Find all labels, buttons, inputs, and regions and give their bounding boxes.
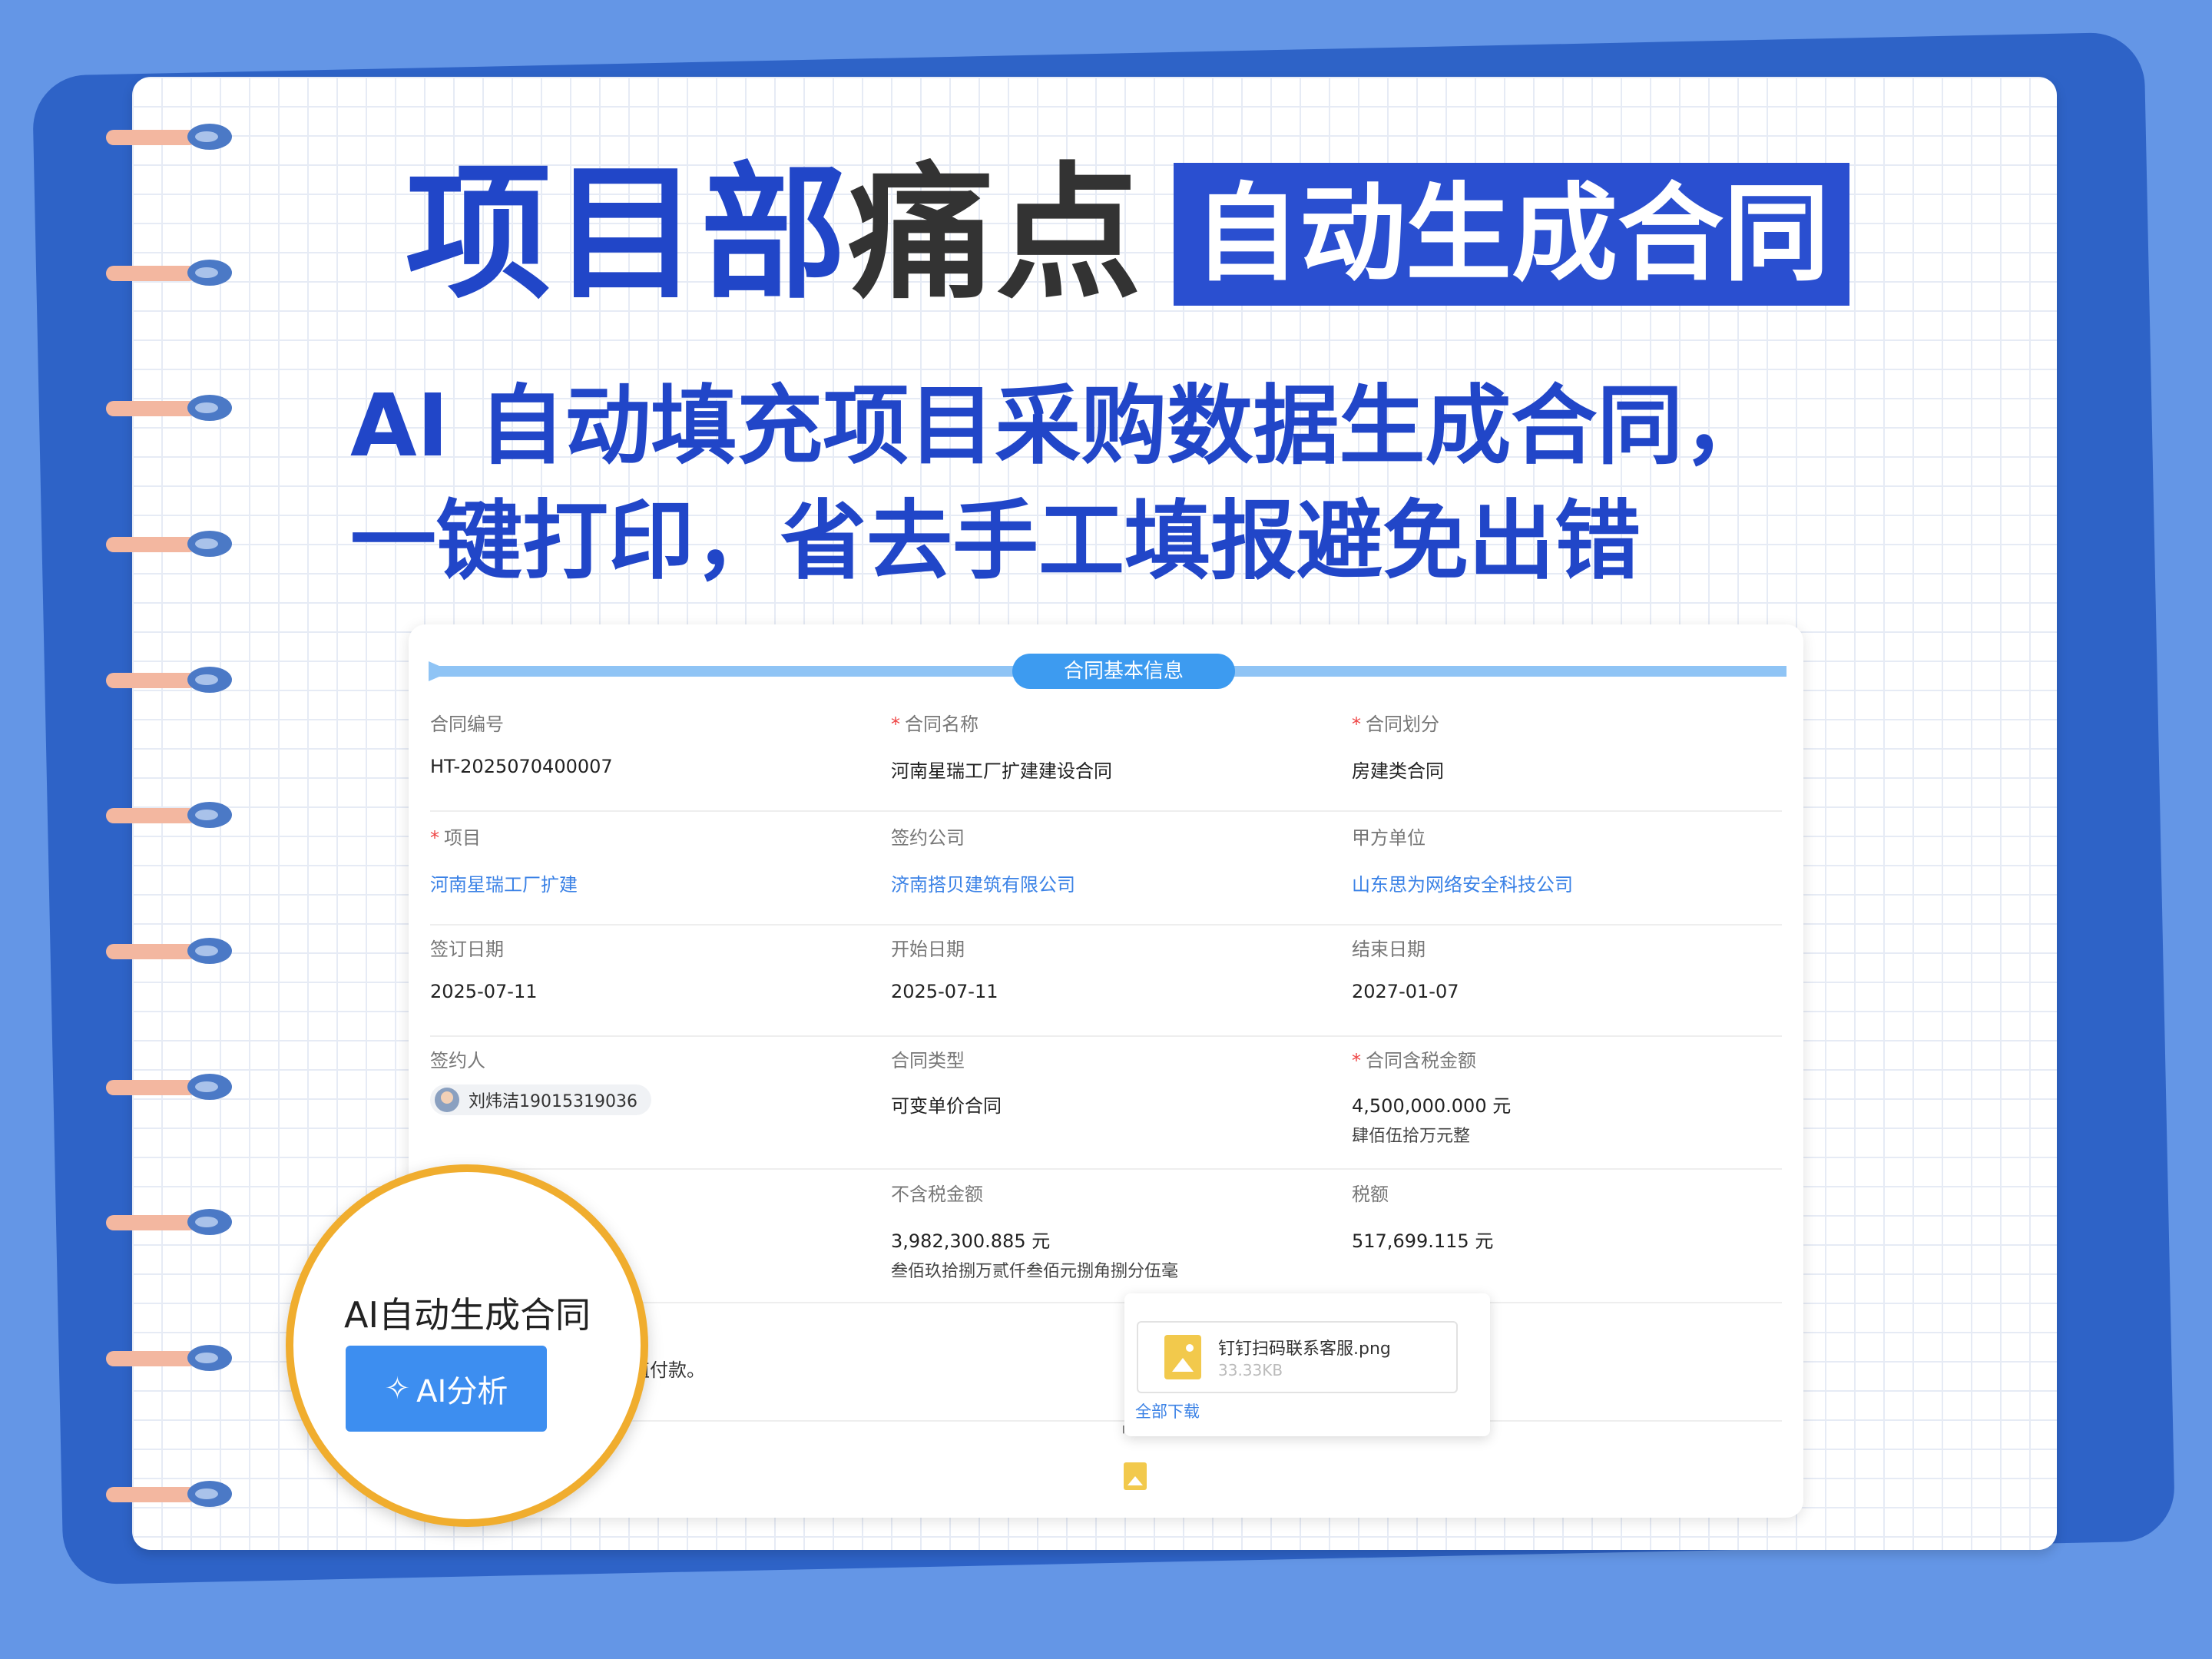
spiral-ring	[106, 529, 232, 558]
subtitle-line-2: 一键打印，省去手工填报避免出错	[350, 492, 1641, 591]
field-label: 税额	[1352, 1184, 1389, 1205]
field-start-date: 开始日期 2025-07-11	[891, 934, 998, 1002]
form-row: 签订日期 2025-07-11 开始日期 2025-07-11 结束日期 202…	[430, 934, 1782, 1037]
signer-name: 刘炜洁19015319036	[469, 1092, 637, 1111]
signer-tag[interactable]: 刘炜洁19015319036	[430, 1084, 651, 1115]
field-signing-company: 签约公司 济南搭贝建筑有限公司	[891, 823, 1075, 896]
field-tax: 税额 517,699.115 元	[1352, 1179, 1493, 1253]
title-part-2: 痛点	[848, 149, 1144, 319]
form-row: 合同编号 HT-2025070400007 * 合同名称 河南星瑞工厂扩建建设合同…	[430, 709, 1782, 812]
field-contract-type: 合同类型 可变单价合同	[891, 1045, 1002, 1118]
spiral-ring	[106, 122, 232, 151]
field-label: 不含税金额	[891, 1184, 983, 1205]
field-value[interactable]: 2025-07-11	[891, 981, 998, 1002]
field-label: 签约公司	[891, 827, 965, 849]
file-name: 钉钉扫码联系客服.png	[1218, 1339, 1391, 1359]
field-value[interactable]: 房建类合同	[1352, 756, 1444, 783]
attachment-popup: 钉钉扫码联系客服.png 33.33KB 全部下载	[1124, 1293, 1490, 1436]
spiral-ring	[106, 1072, 232, 1101]
field-value[interactable]: 可变单价合同	[891, 1091, 1002, 1118]
spiral-ring	[106, 936, 232, 965]
signing-company-link[interactable]: 济南搭贝建筑有限公司	[891, 869, 1075, 896]
field-label: 合同名称	[905, 714, 979, 735]
amount-capital: 叁佰玖拾捌万贰仟叁佰元捌角捌分伍毫	[891, 1262, 1179, 1281]
image-file-icon	[1164, 1335, 1201, 1379]
field-value[interactable]: 4,500,000.000 元	[1352, 1095, 1511, 1117]
field-label: 开始日期	[891, 939, 965, 960]
field-amount-excl-tax: 不含税金额 3,982,300.885 元叁佰玖拾捌万贰仟叁佰元捌角捌分伍毫	[891, 1179, 1178, 1282]
field-label: 项目	[444, 827, 481, 849]
section-title: 合同基本信息	[1012, 654, 1235, 689]
ai-button-label: AI分析	[416, 1374, 508, 1409]
field-value[interactable]: HT-2025070400007	[430, 756, 613, 777]
spiral-ring	[106, 393, 232, 422]
field-label: 合同划分	[1366, 714, 1439, 735]
title-badge: 自动生成合同	[1174, 163, 1850, 306]
subtitle-line-1: AI 自动填充项目采购数据生成合同，	[350, 376, 1770, 476]
amount-capital: 肆佰伍拾万元整	[1352, 1127, 1471, 1146]
image-file-icon[interactable]	[1124, 1462, 1147, 1490]
field-contract-name: * 合同名称 河南星瑞工厂扩建建设合同	[891, 714, 1112, 783]
spiral-ring	[106, 1479, 232, 1508]
field-value[interactable]: 2025-07-11	[430, 981, 537, 1002]
download-all-link[interactable]: 全部下载	[1135, 1399, 1200, 1422]
field-label: 签订日期	[430, 939, 504, 960]
spiral-ring	[106, 1207, 232, 1237]
project-link[interactable]: 河南星瑞工厂扩建	[430, 869, 578, 896]
avatar	[435, 1088, 459, 1112]
attachment-file[interactable]: 钉钉扫码联系客服.png 33.33KB	[1137, 1321, 1458, 1393]
field-label: 合同编号	[430, 714, 504, 735]
form-row: 签约人 刘炜洁19015319036 合同类型 可变单价合同 * 合同含税金额 4…	[430, 1045, 1782, 1170]
field-contract-no: 合同编号 HT-2025070400007	[430, 709, 613, 777]
spiral-ring	[106, 258, 232, 287]
field-value[interactable]: 517,699.115 元	[1352, 1226, 1493, 1253]
party-a-link[interactable]: 山东思为网络安全科技公司	[1352, 869, 1573, 896]
field-label: 结束日期	[1352, 939, 1426, 960]
field-label: 甲方单位	[1352, 827, 1426, 849]
field-signer: 签约人 刘炜洁19015319036	[430, 1045, 651, 1117]
ai-analyze-button[interactable]: ✧ AI分析	[346, 1346, 547, 1432]
field-party-a: 甲方单位 山东思为网络安全科技公司	[1352, 823, 1573, 896]
field-label: 签约人	[430, 1050, 485, 1071]
field-label: 合同含税金额	[1366, 1050, 1476, 1071]
file-size: 33.33KB	[1218, 1361, 1283, 1379]
subtitle: AI 自动填充项目采购数据生成合同， 一键打印，省去手工填报避免出错	[350, 369, 1886, 599]
field-end-date: 结束日期 2027-01-07	[1352, 934, 1459, 1002]
callout-title: AI自动生成合同	[344, 1294, 591, 1336]
field-label: 合同类型	[891, 1050, 965, 1071]
ai-callout: AI自动生成合同 ✧ AI分析	[286, 1164, 648, 1527]
field-value[interactable]: 3,982,300.885 元	[891, 1230, 1050, 1252]
field-contract-category: * 合同划分 房建类合同	[1352, 714, 1444, 783]
spiral-ring	[106, 800, 232, 830]
sparkle-icon: ✧	[384, 1371, 411, 1406]
field-value[interactable]: 2027-01-07	[1352, 981, 1459, 1002]
spiral-ring	[106, 665, 232, 694]
field-value[interactable]: 河南星瑞工厂扩建建设合同	[891, 756, 1112, 783]
field-sign-date: 签订日期 2025-07-11	[430, 934, 537, 1002]
title-part-1: 项目部	[406, 149, 849, 319]
form-row: * 项目 河南星瑞工厂扩建 签约公司 济南搭贝建筑有限公司 甲方单位 山东思为网络…	[430, 823, 1782, 926]
field-amount-incl-tax: * 合同含税金额 4,500,000.000 元肆佰伍拾万元整	[1352, 1050, 1512, 1146]
page-title: 项目部痛点 自动生成合同	[406, 157, 1850, 311]
spiral-ring	[106, 1343, 232, 1373]
field-project: * 项目 河南星瑞工厂扩建	[430, 827, 578, 896]
section-banner: 合同基本信息	[429, 647, 1786, 694]
